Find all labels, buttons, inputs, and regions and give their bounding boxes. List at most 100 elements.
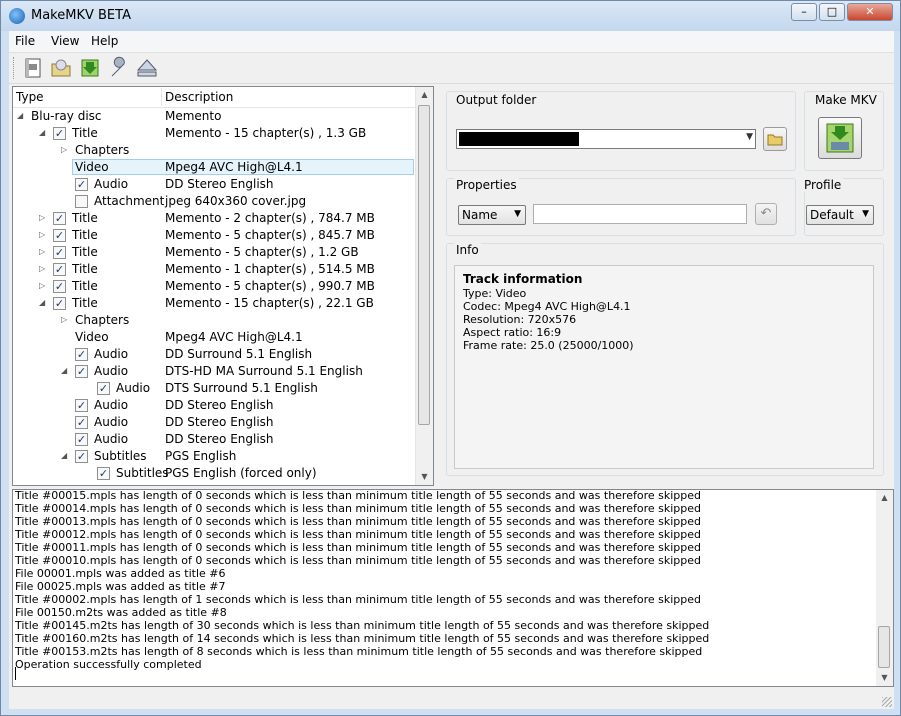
track-checkbox[interactable]: ✓ (75, 399, 88, 412)
browse-folder-button[interactable] (763, 127, 787, 151)
property-value-input[interactable] (533, 204, 747, 224)
tree-row[interactable]: ▷ Chapters (13, 312, 417, 329)
track-checkbox[interactable]: ✓ (75, 365, 88, 378)
collapse-arrow-icon[interactable]: ◢ (39, 298, 45, 307)
track-checkbox[interactable]: ✓ (75, 416, 88, 429)
log-line: File 00150.m2ts was added as title #8 (15, 606, 227, 619)
track-checkbox[interactable]: ✓ (53, 246, 66, 259)
track-checkbox[interactable]: ✓ (53, 280, 66, 293)
log-panel[interactable]: Title #00015.mpls has length of 0 second… (12, 489, 894, 687)
tree-item-type: Audio (94, 177, 129, 191)
close-button[interactable]: ✕ (847, 3, 893, 21)
tree-row[interactable]: ✓ Audio DD Stereo English (13, 397, 417, 414)
expand-arrow-icon[interactable]: ▷ (39, 264, 45, 273)
tree-item-type: Audio (94, 432, 129, 446)
log-scrollbar[interactable]: ▲ ▼ (876, 490, 893, 686)
profile-select[interactable]: Default ▼ (806, 205, 874, 225)
tree-row[interactable]: ▷ ✓ Title Memento - 2 chapter(s) , 784.7 MB (13, 210, 417, 227)
tree-item-type: Blu-ray disc (31, 109, 102, 123)
info-line: Codec: Mpeg4 AVC High@L4.1 (463, 300, 631, 313)
tree-row[interactable]: Video Mpeg4 AVC High@L4.1 (13, 329, 417, 346)
expand-arrow-icon[interactable]: ▷ (39, 247, 45, 256)
toolbar (9, 53, 894, 84)
resize-grip[interactable] (882, 697, 892, 707)
track-checkbox[interactable]: ✓ (53, 297, 66, 310)
collapse-arrow-icon[interactable]: ◢ (17, 111, 23, 120)
revert-button[interactable]: ↶ (755, 203, 777, 225)
tree-row[interactable]: ◢ ✓ Title Memento - 15 chapter(s) , 22.1 GB (13, 295, 417, 312)
collapse-arrow-icon[interactable]: ◢ (61, 366, 67, 375)
tree-row[interactable]: ✓ Audio DD Stereo English (13, 176, 417, 193)
tree-row[interactable]: ✓ Subtitles PGS English (forced only) (13, 465, 417, 482)
tree-row[interactable]: ◢ ✓ Audio DTS-HD MA Surround 5.1 English (13, 363, 417, 380)
tree-row[interactable]: ▷ ✓ Title Memento - 5 chapter(s) , 845.7 MB (13, 227, 417, 244)
tree-row[interactable]: Video Mpeg4 AVC High@L4.1 (13, 159, 417, 176)
tree-row[interactable]: ✓ Audio DD Stereo English (13, 414, 417, 431)
log-line: Title #00011.mpls has length of 0 second… (15, 541, 701, 554)
tree-row[interactable]: ▷ ✓ Title Memento - 5 chapter(s) , 1.2 GB (13, 244, 417, 261)
make-mkv-button[interactable] (818, 117, 862, 159)
track-checkbox[interactable]: ✓ (75, 433, 88, 446)
tree-row[interactable]: Attachment jpeg 640x360 cover.jpg (13, 193, 417, 210)
track-checkbox[interactable]: ✓ (53, 263, 66, 276)
expand-arrow-icon[interactable]: ▷ (61, 145, 67, 154)
collapse-arrow-icon[interactable]: ◢ (39, 128, 45, 137)
info-line: Type: Video (463, 287, 527, 300)
tree-row[interactable]: ▷ ✓ Title Memento - 1 chapter(s) , 514.5 MB (13, 261, 417, 278)
backup-icon[interactable] (78, 56, 102, 80)
track-checkbox[interactable]: ✓ (75, 178, 88, 191)
menu-help[interactable]: Help (91, 34, 118, 48)
tree-scrollbar[interactable]: ▲ ▼ (415, 87, 433, 485)
tree-row[interactable]: ◢ ✓ Title Memento - 15 chapter(s) , 1.3 GB (13, 125, 417, 142)
profile-label: Profile (802, 178, 844, 192)
scroll-up-arrow-icon[interactable]: ▲ (416, 87, 433, 103)
track-checkbox[interactable]: ✓ (97, 382, 110, 395)
log-scroll-thumb[interactable] (878, 626, 890, 668)
tree-row[interactable]: ▷ Chapters (13, 142, 417, 159)
expand-arrow-icon[interactable]: ▷ (39, 281, 45, 290)
track-checkbox[interactable]: ✓ (97, 467, 110, 480)
tree-row[interactable]: ◢ Blu-ray disc Memento (13, 108, 417, 125)
menu-file[interactable]: File (15, 34, 35, 48)
track-checkbox[interactable] (75, 195, 88, 208)
output-folder-combo[interactable]: ▼ (456, 129, 756, 149)
tree-row[interactable]: ✓ Audio DD Stereo English (13, 431, 417, 448)
text-cursor (15, 667, 16, 680)
client-area: File View Help Type Description ◢ Blu-ra… (9, 31, 894, 709)
tree-item-description: Memento - 15 chapter(s) , 1.3 GB (165, 126, 367, 140)
tree-item-description: Mpeg4 AVC High@L4.1 (165, 330, 303, 344)
title-tree[interactable]: Type Description ◢ Blu-ray disc Memento ◢ ✓ T… (12, 86, 434, 486)
tree-row[interactable]: ✓ Audio DTS Surround 5.1 English (13, 380, 417, 397)
minimize-button[interactable]: – (791, 3, 817, 21)
info-title: Track information (463, 272, 583, 286)
scroll-down-arrow-icon[interactable]: ▼ (416, 469, 433, 485)
tree-row[interactable]: ◢ ✓ Subtitles PGS English (13, 448, 417, 465)
scroll-down-arrow-icon[interactable]: ▼ (876, 670, 893, 686)
maximize-button[interactable]: □ (819, 3, 845, 21)
scroll-thumb[interactable] (418, 105, 430, 425)
track-checkbox[interactable]: ✓ (75, 450, 88, 463)
tree-item-description: PGS English (forced only) (165, 466, 317, 480)
expand-arrow-icon[interactable]: ▷ (61, 315, 67, 324)
make-mkv-icon (826, 123, 854, 153)
tree-item-description: Mpeg4 AVC High@L4.1 (165, 160, 303, 174)
open-files-icon[interactable] (21, 56, 45, 80)
track-checkbox[interactable]: ✓ (53, 229, 66, 242)
collapse-arrow-icon[interactable]: ◢ (61, 451, 67, 460)
expand-arrow-icon[interactable]: ▷ (39, 213, 45, 222)
expand-arrow-icon[interactable]: ▷ (39, 230, 45, 239)
tree-row[interactable]: ✓ Audio DD Surround 5.1 English (13, 346, 417, 363)
track-checkbox[interactable]: ✓ (53, 127, 66, 140)
tree-item-type: Audio (116, 381, 151, 395)
scroll-up-arrow-icon[interactable]: ▲ (876, 490, 893, 506)
column-type[interactable]: Type (16, 90, 44, 104)
menu-view[interactable]: View (51, 34, 79, 48)
tree-row[interactable]: ▷ ✓ Title Memento - 5 chapter(s) , 990.7 MB (13, 278, 417, 295)
preferences-wrench-icon[interactable] (107, 56, 131, 80)
open-disc-icon[interactable] (49, 56, 73, 80)
column-description[interactable]: Description (165, 90, 233, 104)
eject-icon[interactable] (135, 56, 159, 80)
track-checkbox[interactable]: ✓ (75, 348, 88, 361)
property-name-select[interactable]: Name ▼ (458, 205, 526, 225)
track-checkbox[interactable]: ✓ (53, 212, 66, 225)
